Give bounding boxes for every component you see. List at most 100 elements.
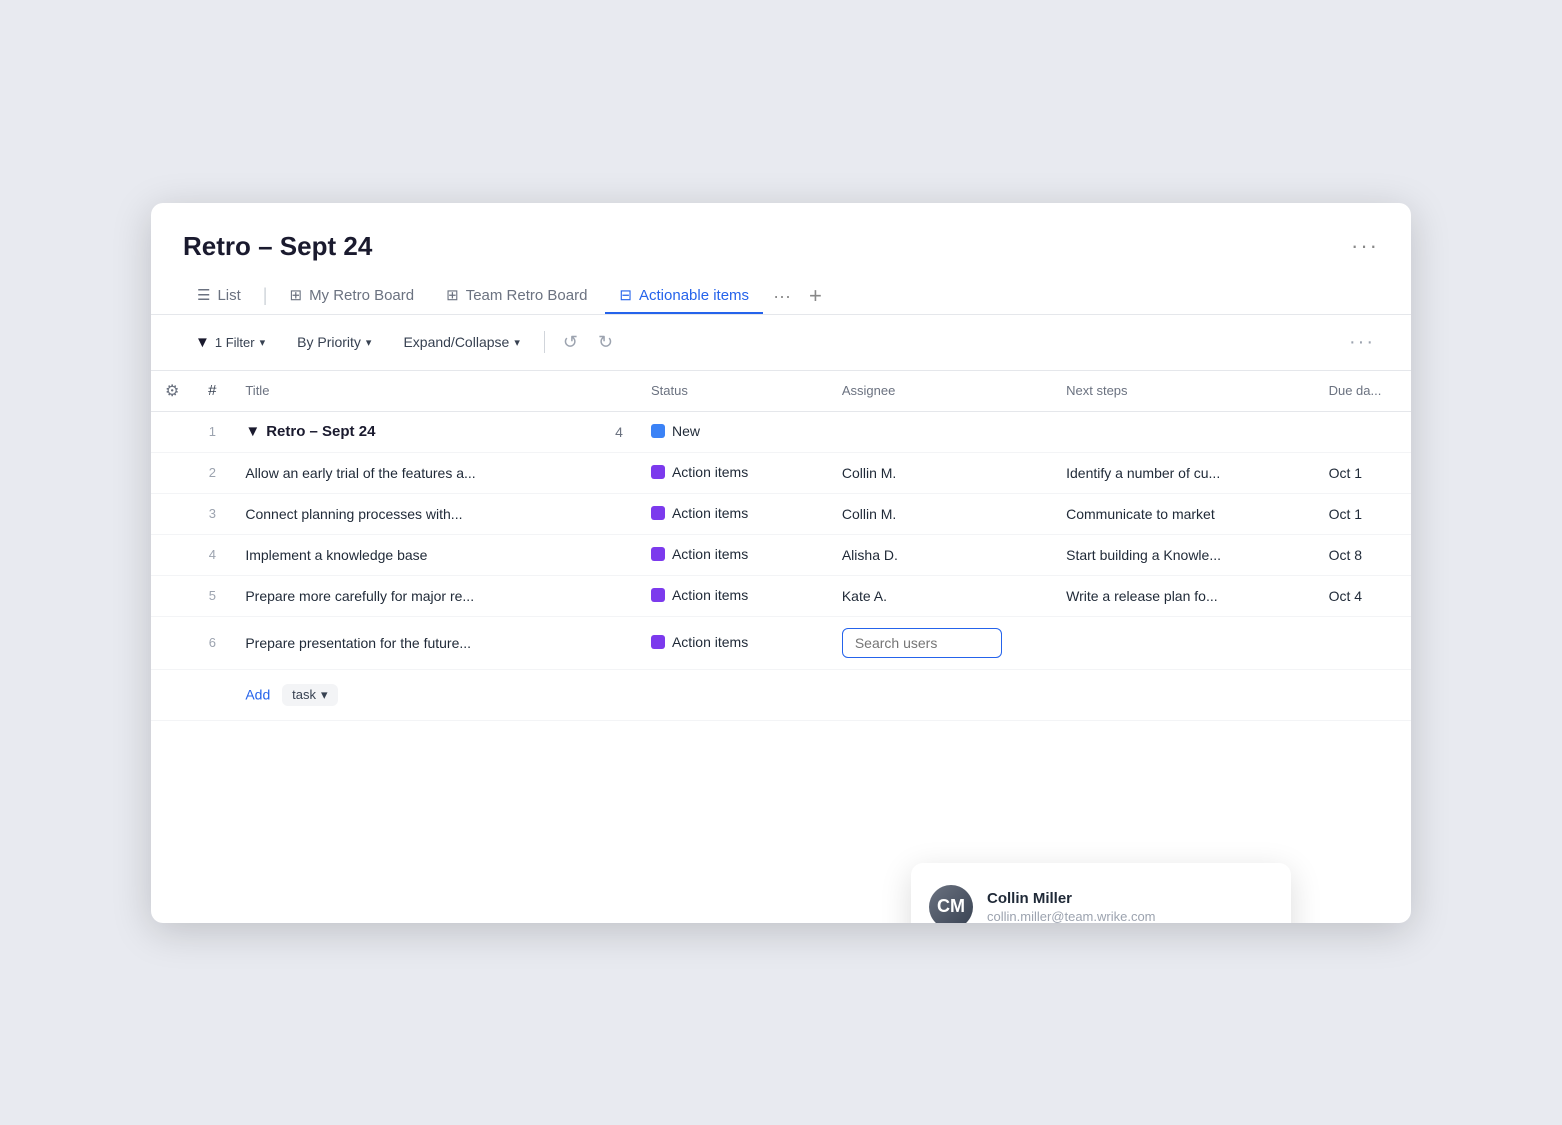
add-row: Add task ▾ bbox=[151, 669, 1411, 720]
tab-actionable[interactable]: ⊟ Actionable items bbox=[605, 278, 763, 314]
expand-collapse-button[interactable]: Expand/Collapse ▾ bbox=[391, 328, 531, 356]
user-email: collin.miller@team.wrike.com bbox=[987, 909, 1156, 923]
settings-icon: ⚙ bbox=[165, 381, 179, 401]
row-status-3: Action items bbox=[637, 493, 828, 534]
toolbar: ▼ 1 Filter ▾ By Priority ▾ Expand/Collap… bbox=[151, 315, 1411, 371]
row-duedate-3: Oct 1 bbox=[1315, 493, 1411, 534]
add-row-num bbox=[193, 669, 231, 720]
nav-add-button[interactable]: + bbox=[801, 279, 830, 313]
row-duedate-6 bbox=[1315, 616, 1411, 669]
row-title-text: Prepare more carefully for major re... bbox=[245, 588, 474, 604]
user-dropdown-item[interactable]: CM Collin Miller collin.miller@team.wrik… bbox=[911, 871, 1291, 923]
row-title-text: Prepare presentation for the future... bbox=[245, 635, 471, 651]
row-count: 4 bbox=[615, 424, 623, 440]
filter-icon: ▼ bbox=[195, 334, 210, 351]
status-dot-action bbox=[651, 588, 665, 602]
col-nextsteps: Next steps bbox=[1052, 371, 1314, 412]
tab-actionable-label: Actionable items bbox=[639, 287, 749, 304]
table-row: 5 Prepare more carefully for major re...… bbox=[151, 575, 1411, 616]
row-title-6[interactable]: Prepare presentation for the future... bbox=[231, 616, 637, 669]
tab-list[interactable]: ☰ List bbox=[183, 278, 255, 314]
row-num-1: 1 bbox=[193, 411, 231, 452]
user-info-collin: Collin Miller collin.miller@team.wrike.c… bbox=[987, 890, 1156, 923]
row-status-5: Action items bbox=[637, 575, 828, 616]
row-status-2: Action items bbox=[637, 452, 828, 493]
status-dot-new bbox=[651, 424, 665, 438]
row-status-1: New bbox=[637, 411, 828, 452]
expand-chevron-icon[interactable]: ▼ bbox=[245, 423, 260, 440]
expand-label: Expand/Collapse bbox=[403, 334, 509, 350]
row-nextsteps-1 bbox=[1052, 411, 1314, 452]
row-duedate-2: Oct 1 bbox=[1315, 452, 1411, 493]
row-title-text: Retro – Sept 24 bbox=[266, 423, 375, 440]
row-num-6: 6 bbox=[193, 616, 231, 669]
table-row: 3 Connect planning processes with... Act… bbox=[151, 493, 1411, 534]
table-container: ⚙ # Title Status Assignee Next steps Due… bbox=[151, 371, 1411, 721]
row-status-4: Action items bbox=[637, 534, 828, 575]
col-assignee: Assignee bbox=[828, 371, 1052, 412]
add-button[interactable]: Add bbox=[245, 686, 270, 702]
board-icon-1: ⊞ bbox=[289, 286, 302, 304]
table-header-row: ⚙ # Title Status Assignee Next steps Due… bbox=[151, 371, 1411, 412]
row-settings-6 bbox=[151, 616, 193, 669]
search-users-input[interactable] bbox=[842, 628, 1002, 658]
row-nextsteps-2: Identify a number of cu... bbox=[1052, 452, 1314, 493]
nav-more-button[interactable]: ··· bbox=[767, 278, 797, 315]
expand-chevron: ▾ bbox=[514, 336, 520, 349]
row-title-1[interactable]: ▼ Retro – Sept 24 4 bbox=[231, 411, 637, 452]
row-title-5[interactable]: Prepare more carefully for major re... bbox=[231, 575, 637, 616]
add-row-content[interactable]: Add task ▾ bbox=[231, 669, 637, 720]
row-title-3[interactable]: Connect planning processes with... bbox=[231, 493, 637, 534]
filter-button[interactable]: ▼ 1 Filter ▾ bbox=[183, 328, 277, 357]
tab-my-retro-label: My Retro Board bbox=[309, 287, 414, 304]
status-dot-action bbox=[651, 465, 665, 479]
table-row: 6 Prepare presentation for the future...… bbox=[151, 616, 1411, 669]
header-more-button[interactable]: ··· bbox=[1351, 233, 1379, 259]
row-nextsteps-6 bbox=[1052, 616, 1314, 669]
task-type-dropdown[interactable]: task ▾ bbox=[282, 684, 337, 706]
row-settings-3 bbox=[151, 493, 193, 534]
row-settings-4 bbox=[151, 534, 193, 575]
row-assignee-1 bbox=[828, 411, 1052, 452]
col-status: Status bbox=[637, 371, 828, 412]
row-title-4[interactable]: Implement a knowledge base bbox=[231, 534, 637, 575]
row-nextsteps-3: Communicate to market bbox=[1052, 493, 1314, 534]
nav-tabs: ☰ List | ⊞ My Retro Board ⊞ Team Retro B… bbox=[151, 262, 1411, 315]
row-num-4: 4 bbox=[193, 534, 231, 575]
board-icon-2: ⊞ bbox=[446, 286, 459, 304]
status-label: New bbox=[672, 423, 700, 439]
status-label: Action items bbox=[672, 587, 748, 603]
add-row-duedate bbox=[1315, 669, 1411, 720]
row-title-text: Connect planning processes with... bbox=[245, 506, 462, 522]
row-nextsteps-4: Start building a Knowle... bbox=[1052, 534, 1314, 575]
page-title: Retro – Sept 24 bbox=[183, 231, 372, 262]
status-label: Action items bbox=[672, 505, 748, 521]
table-row: 2 Allow an early trial of the features a… bbox=[151, 452, 1411, 493]
add-row-assignee bbox=[828, 669, 1052, 720]
row-title-2[interactable]: Allow an early trial of the features a..… bbox=[231, 452, 637, 493]
row-assignee-5: Kate A. bbox=[828, 575, 1052, 616]
tab-team-retro[interactable]: ⊞ Team Retro Board bbox=[432, 278, 601, 314]
status-dot-action bbox=[651, 635, 665, 649]
toolbar-more-button[interactable]: ··· bbox=[1345, 327, 1379, 358]
col-settings[interactable]: ⚙ bbox=[151, 371, 193, 412]
table-icon: ⊟ bbox=[619, 286, 632, 304]
group-by-button[interactable]: By Priority ▾ bbox=[285, 328, 383, 356]
redo-button[interactable]: ↻ bbox=[592, 328, 619, 357]
filter-label: 1 Filter bbox=[215, 335, 255, 350]
col-duedate: Due da... bbox=[1315, 371, 1411, 412]
row-num-3: 3 bbox=[193, 493, 231, 534]
main-table: ⚙ # Title Status Assignee Next steps Due… bbox=[151, 371, 1411, 721]
add-row-nextsteps bbox=[1052, 669, 1314, 720]
tab-my-retro[interactable]: ⊞ My Retro Board bbox=[275, 278, 428, 314]
row-num-5: 5 bbox=[193, 575, 231, 616]
status-label: Action items bbox=[672, 546, 748, 562]
row-status-6: Action items bbox=[637, 616, 828, 669]
row-assignee-2: Collin M. bbox=[828, 452, 1052, 493]
row-assignee-6[interactable] bbox=[828, 616, 1052, 669]
row-title-text: Allow an early trial of the features a..… bbox=[245, 465, 475, 481]
undo-button[interactable]: ↺ bbox=[557, 328, 584, 357]
filter-chevron: ▾ bbox=[260, 336, 266, 349]
row-assignee-3: Collin M. bbox=[828, 493, 1052, 534]
status-dot-action bbox=[651, 506, 665, 520]
